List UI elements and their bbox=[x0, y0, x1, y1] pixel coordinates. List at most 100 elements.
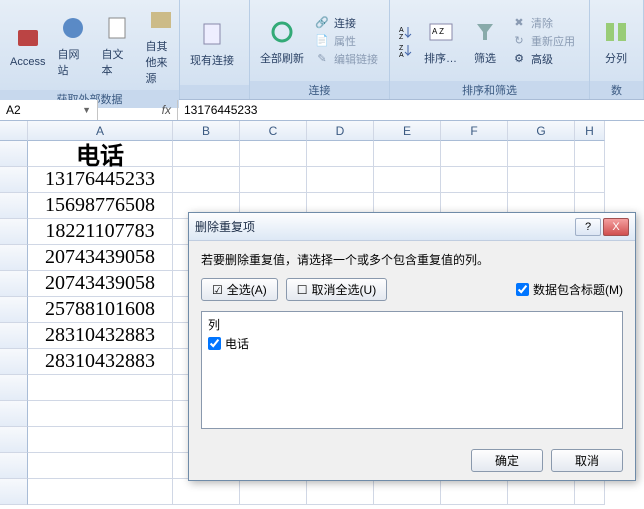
row-header[interactable] bbox=[0, 245, 28, 271]
cell[interactable] bbox=[28, 479, 173, 505]
column-header[interactable]: H bbox=[575, 121, 605, 141]
refresh-all-button[interactable]: 全部刷新 bbox=[256, 14, 308, 68]
ok-button[interactable]: 确定 bbox=[471, 449, 543, 472]
cell[interactable] bbox=[28, 427, 173, 453]
access-icon bbox=[12, 22, 44, 54]
help-button[interactable]: ? bbox=[575, 218, 601, 236]
cell[interactable] bbox=[173, 479, 240, 505]
has-header-checkbox[interactable]: 数据包含标题(M) bbox=[516, 281, 623, 298]
cell[interactable]: 电话 bbox=[28, 141, 173, 167]
connections-button[interactable]: 🔗连接 bbox=[312, 15, 380, 31]
row-header[interactable] bbox=[0, 167, 28, 193]
ribbon: Access 自网站 自文本 自其他来源 获取外部数据 现有连接 全部刷新 🔗连… bbox=[0, 0, 644, 100]
cell[interactable]: 20743439058 bbox=[28, 271, 173, 297]
column-checkbox-item[interactable]: 电话 bbox=[206, 335, 618, 352]
cell[interactable] bbox=[374, 479, 441, 505]
cell[interactable] bbox=[28, 375, 173, 401]
cell[interactable]: 28310432883 bbox=[28, 323, 173, 349]
row-header[interactable] bbox=[0, 297, 28, 323]
row-header[interactable] bbox=[0, 219, 28, 245]
unchecklist-icon: ☐ bbox=[297, 283, 308, 297]
cancel-button[interactable]: 取消 bbox=[551, 449, 623, 472]
column-header[interactable]: G bbox=[508, 121, 575, 141]
cell[interactable] bbox=[441, 141, 508, 167]
row-header[interactable] bbox=[0, 193, 28, 219]
cell[interactable]: 15698776508 bbox=[28, 193, 173, 219]
cell[interactable] bbox=[508, 141, 575, 167]
ribbon-group-label: 数 bbox=[590, 81, 643, 99]
cell[interactable] bbox=[575, 167, 605, 193]
sort-button[interactable]: A Z排序… bbox=[420, 14, 461, 68]
cell[interactable] bbox=[28, 401, 173, 427]
row-header[interactable] bbox=[0, 349, 28, 375]
columns-icon bbox=[600, 16, 632, 48]
column-header[interactable]: E bbox=[374, 121, 441, 141]
sort-desc-button[interactable]: ZA bbox=[396, 42, 416, 58]
column-header[interactable]: D bbox=[307, 121, 374, 141]
cell[interactable] bbox=[240, 141, 307, 167]
listbox-header: 列 bbox=[206, 316, 618, 335]
from-web-button[interactable]: 自网站 bbox=[53, 10, 93, 80]
cell[interactable]: 20743439058 bbox=[28, 245, 173, 271]
row-header[interactable] bbox=[0, 453, 28, 479]
sort-asc-icon: AZ bbox=[398, 24, 414, 40]
name-box[interactable]: A2▼ bbox=[0, 100, 98, 120]
ribbon-group-label bbox=[180, 85, 249, 99]
text-to-columns-button[interactable]: 分列 bbox=[596, 14, 636, 68]
unselect-all-button[interactable]: ☐取消全选(U) bbox=[286, 278, 387, 301]
row-header[interactable] bbox=[0, 323, 28, 349]
cell[interactable]: 28310432883 bbox=[28, 349, 173, 375]
svg-text:Z: Z bbox=[399, 34, 404, 40]
filter-button[interactable]: 筛选 bbox=[465, 14, 505, 68]
cell[interactable] bbox=[508, 167, 575, 193]
cell[interactable] bbox=[575, 141, 605, 167]
cell[interactable] bbox=[173, 141, 240, 167]
cell[interactable] bbox=[441, 479, 508, 505]
fx-label[interactable]: fx bbox=[98, 100, 178, 120]
formula-bar: A2▼ fx 13176445233 bbox=[0, 100, 644, 121]
close-button[interactable]: X bbox=[603, 218, 629, 236]
formula-input[interactable]: 13176445233 bbox=[178, 100, 644, 120]
cell[interactable] bbox=[441, 167, 508, 193]
advanced-filter-button[interactable]: ⚙高级 bbox=[509, 51, 577, 67]
from-other-button[interactable]: 自其他来源 bbox=[141, 2, 181, 88]
cell[interactable] bbox=[374, 167, 441, 193]
column-header[interactable]: F bbox=[441, 121, 508, 141]
row-header[interactable] bbox=[0, 375, 28, 401]
cell[interactable] bbox=[307, 479, 374, 505]
cell[interactable] bbox=[508, 479, 575, 505]
svg-text:A: A bbox=[399, 27, 404, 34]
sort-asc-button[interactable]: AZ bbox=[396, 24, 416, 40]
select-all-corner[interactable] bbox=[0, 121, 28, 141]
link-icon: 🔗 bbox=[314, 15, 330, 31]
row-header[interactable] bbox=[0, 479, 28, 505]
from-access-button[interactable]: Access bbox=[6, 20, 49, 70]
dialog-titlebar[interactable]: 删除重复项 ? X bbox=[189, 213, 635, 241]
row-header[interactable] bbox=[0, 141, 28, 167]
from-text-button[interactable]: 自文本 bbox=[97, 10, 137, 80]
cell[interactable] bbox=[374, 141, 441, 167]
ribbon-group-label: 连接 bbox=[250, 81, 389, 99]
cell[interactable] bbox=[173, 167, 240, 193]
cell[interactable] bbox=[307, 167, 374, 193]
other-sources-icon bbox=[145, 4, 177, 36]
cell[interactable]: 18221107783 bbox=[28, 219, 173, 245]
column-header[interactable]: B bbox=[173, 121, 240, 141]
cell[interactable] bbox=[307, 141, 374, 167]
cell[interactable] bbox=[240, 479, 307, 505]
cell[interactable] bbox=[240, 167, 307, 193]
refresh-icon bbox=[266, 16, 298, 48]
row-header[interactable] bbox=[0, 427, 28, 453]
select-all-button[interactable]: ☑全选(A) bbox=[201, 278, 278, 301]
column-header[interactable]: C bbox=[240, 121, 307, 141]
cell[interactable] bbox=[28, 453, 173, 479]
cell[interactable]: 13176445233 bbox=[28, 167, 173, 193]
existing-connections-button[interactable]: 现有连接 bbox=[186, 16, 238, 70]
row-header[interactable] bbox=[0, 401, 28, 427]
columns-listbox[interactable]: 列 电话 bbox=[201, 311, 623, 429]
svg-text:Z: Z bbox=[399, 45, 404, 52]
row-header[interactable] bbox=[0, 271, 28, 297]
cell[interactable] bbox=[575, 479, 605, 505]
cell[interactable]: 25788101608 bbox=[28, 297, 173, 323]
sort-desc-icon: ZA bbox=[398, 42, 414, 58]
